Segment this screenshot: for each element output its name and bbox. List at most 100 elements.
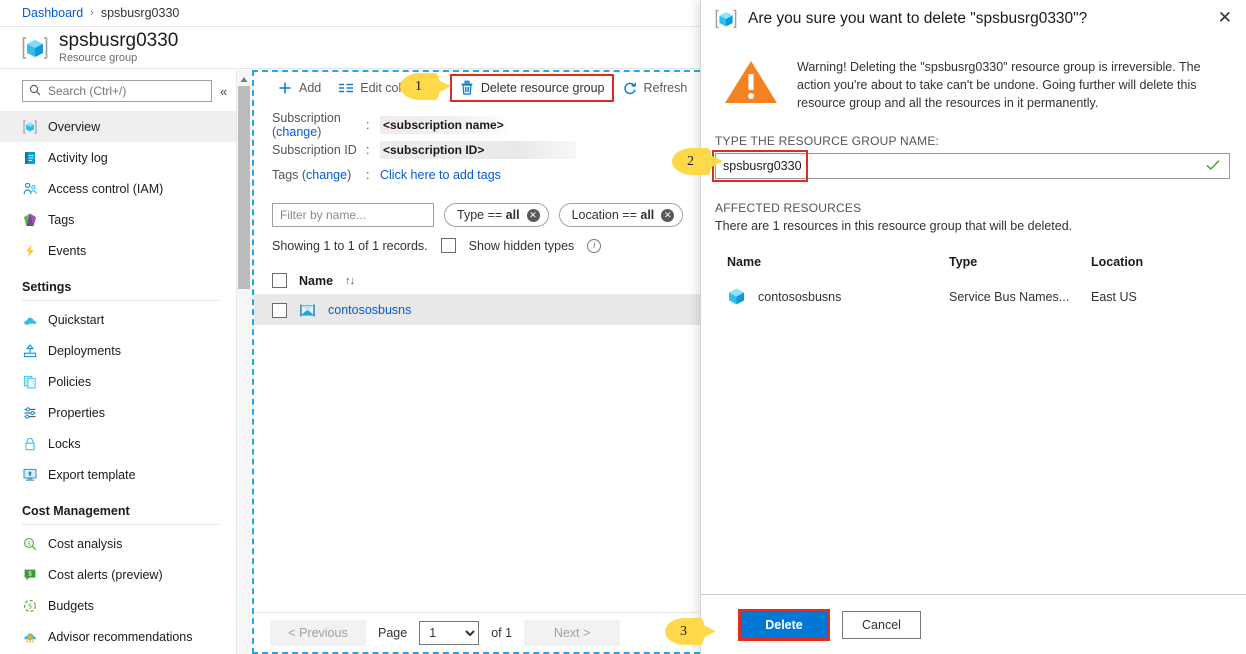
sort-arrows-icon[interactable]: ↑↓ — [345, 275, 355, 287]
resources-grid: Name ↑↓ contososbusns — [254, 267, 700, 325]
sidebar-item-locks[interactable]: Locks — [0, 428, 236, 459]
sidebar-item-access-control[interactable]: Access control (IAM) — [0, 173, 236, 204]
cancel-button[interactable]: Cancel — [842, 610, 921, 639]
page-title-group: spsbusrg0330 Resource group — [59, 30, 178, 65]
clear-filter-icon[interactable]: ✕ — [661, 208, 675, 222]
search-box[interactable] — [22, 80, 212, 102]
confirm-name-label: TYPE THE RESOURCE GROUP NAME: — [715, 134, 940, 148]
filter-by-name-input[interactable] — [272, 203, 434, 227]
dialog-footer: Delete Cancel — [701, 594, 1246, 654]
svg-text:$: $ — [28, 569, 32, 577]
callout-tail — [710, 155, 723, 168]
property-row: Subscription (change) : <subscription na… — [272, 111, 700, 139]
pager: < Previous Page 1 of 1 Next > — [254, 612, 698, 652]
show-hidden-types-checkbox[interactable] — [440, 238, 456, 253]
delete-resource-group-command[interactable]: Delete resource group — [449, 73, 614, 102]
command-label: Delete resource group — [480, 80, 605, 95]
table-row[interactable]: contososbusns — [254, 295, 700, 325]
grid-header-name[interactable]: Name — [299, 274, 333, 288]
sidebar-item-label: Access control (IAM) — [48, 181, 164, 196]
grid-header-row: Name ↑↓ — [254, 267, 700, 295]
sidebar-item-deployments[interactable]: Deployments — [0, 335, 236, 366]
info-icon[interactable]: i — [587, 238, 602, 253]
sidebar-item-properties[interactable]: Properties — [0, 397, 236, 428]
sidebar-item-overview[interactable]: Overview — [0, 111, 236, 142]
records-row: Showing 1 to 1 of 1 records. Show hidden… — [254, 227, 700, 253]
green-check-icon — [1206, 159, 1220, 174]
search-icon — [29, 84, 41, 99]
activity-log-icon — [22, 150, 38, 166]
scroll-up-arrow-icon[interactable] — [240, 73, 248, 82]
sidebar-item-label: Export template — [48, 467, 136, 482]
sidebar-item-quickstart[interactable]: Quickstart — [0, 304, 236, 335]
affected-column-name: Name — [727, 255, 762, 269]
callout-3: 3 — [665, 618, 716, 645]
refresh-command[interactable]: Refresh — [615, 76, 695, 100]
add-command[interactable]: Add — [270, 76, 328, 100]
callout-2: 2 — [672, 148, 723, 175]
table-row: contososbusns Service Bus Names... East … — [727, 287, 1232, 306]
search-input[interactable] — [46, 83, 205, 99]
command-label: Refresh — [643, 80, 688, 95]
add-tags-link[interactable]: Click here to add tags — [380, 168, 501, 182]
row-checkbox[interactable] — [272, 302, 287, 318]
select-all-checkbox[interactable] — [272, 273, 287, 288]
affected-resource-location: East US — [1091, 289, 1137, 304]
sidebar-search-row: « — [0, 70, 236, 111]
filter-pill-text: Location == all — [572, 208, 655, 222]
filter-pill-location[interactable]: Location == all ✕ — [558, 203, 684, 227]
subscription-id-value: <subscription ID> — [380, 140, 576, 159]
resource-name-link[interactable]: contososbusns — [328, 303, 411, 317]
breadcrumb-separator-icon: › — [90, 7, 94, 19]
resource-group-cube-icon — [715, 8, 737, 30]
filter-pill-prefix: Type == — [457, 208, 506, 222]
sidebar-item-label: Tags — [48, 212, 75, 227]
svg-text:$: $ — [28, 601, 32, 610]
breadcrumb-current: spsbusrg0330 — [100, 6, 180, 20]
next-page-button[interactable]: Next > — [524, 619, 621, 646]
change-subscription-link[interactable]: change — [276, 125, 317, 139]
breadcrumb-dashboard-link[interactable]: Dashboard — [22, 6, 83, 20]
filter-pill-type[interactable]: Type == all ✕ — [444, 203, 549, 227]
affected-row-name-cell: contososbusns — [727, 287, 949, 306]
sidebar-item-label: Cost alerts (preview) — [48, 567, 163, 582]
close-icon[interactable]: ✕ — [1214, 9, 1236, 29]
sidebar-item-events[interactable]: Events — [0, 235, 236, 266]
sidebar-item-label: Activity log — [48, 150, 108, 165]
warning-triangle-icon — [723, 58, 779, 106]
page-subtitle: Resource group — [59, 51, 138, 64]
sidebar-scroll-thumb[interactable] — [238, 86, 250, 289]
affected-resource-type: Service Bus Names... — [949, 289, 1070, 304]
filter-pill-prefix: Location == — [571, 208, 641, 222]
resource-group-properties: Subscription (change) : <subscription na… — [254, 103, 700, 193]
sidebar-item-tags[interactable]: Tags — [0, 204, 236, 235]
cost-alerts-icon: $ — [22, 567, 38, 583]
filter-pill-value: all — [640, 208, 655, 222]
property-name: Tags — [272, 167, 299, 182]
sidebar-item-export-template[interactable]: Export template — [0, 459, 236, 490]
quickstart-cloud-icon — [22, 312, 38, 328]
cost-analysis-icon: $ — [22, 536, 38, 552]
collapse-sidebar-button[interactable]: « — [218, 84, 229, 99]
show-hidden-types-label: Show hidden types — [468, 238, 575, 253]
property-label: Subscription ID — [272, 142, 357, 157]
previous-page-button[interactable]: < Previous — [270, 619, 366, 646]
sidebar-item-policies[interactable]: Policies — [0, 366, 236, 397]
export-template-icon — [22, 467, 38, 483]
filter-pill-value: all — [505, 208, 520, 222]
refresh-icon — [622, 80, 638, 96]
sidebar-item-advisor-recommendations[interactable]: Advisor recommendations — [0, 621, 236, 652]
page-number-select[interactable]: 1 — [419, 620, 480, 645]
sidebar-item-budgets[interactable]: $ Budgets — [0, 590, 236, 621]
sidebar-item-cost-alerts[interactable]: $ Cost alerts (preview) — [0, 559, 236, 590]
edit-columns-icon — [338, 80, 354, 96]
sidebar-item-cost-analysis[interactable]: $ Cost analysis — [0, 528, 236, 559]
change-tags-link[interactable]: change — [306, 168, 347, 182]
affected-resources-title: AFFECTED RESOURCES — [715, 201, 862, 215]
clear-filter-icon[interactable]: ✕ — [526, 208, 540, 222]
delete-button[interactable]: Delete — [738, 608, 830, 641]
sidebar-scrollbar[interactable] — [237, 70, 251, 654]
sidebar-item-activity-log[interactable]: Activity log — [0, 142, 236, 173]
filter-pill-text: Type == all — [457, 208, 520, 222]
callout-tail — [438, 80, 451, 93]
